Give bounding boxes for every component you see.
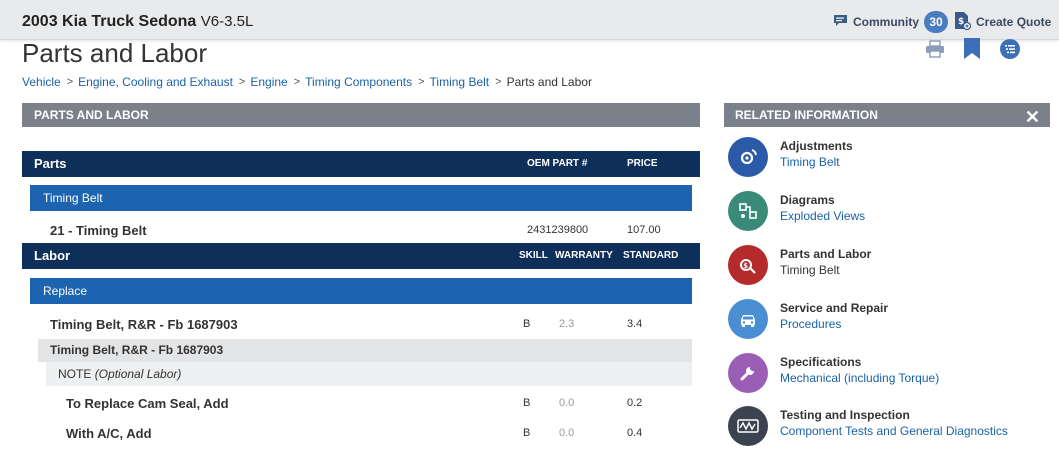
community-count-badge: 30 bbox=[924, 11, 948, 33]
vehicle-name: 2003 Kia Truck Sedona bbox=[22, 13, 197, 30]
note-text: (Optional Labor) bbox=[94, 367, 182, 381]
part-oem-number: 2431239800 bbox=[527, 224, 589, 236]
related-link-mechanical[interactable]: Mechanical (including Torque) bbox=[780, 371, 939, 385]
breadcrumb-current: Parts and Labor bbox=[506, 75, 592, 89]
create-quote-button[interactable]: $ Create Quote bbox=[954, 11, 1051, 33]
part-row[interactable]: 21 - Timing Belt 2431239800 107.00 bbox=[22, 219, 700, 243]
page-tools bbox=[925, 38, 1021, 65]
labor-row[interactable]: Timing Belt, R&R - Fb 1687903 B 2.3 3.4 bbox=[22, 313, 700, 337]
parts-header: Parts OEM PART # PRICE bbox=[22, 151, 700, 177]
related-item-specifications: Specifications Mechanical (including Tor… bbox=[728, 353, 1050, 397]
parts-labor-icon[interactable]: $ bbox=[728, 245, 768, 285]
related-title-testing-inspection: Testing and Inspection bbox=[780, 408, 910, 422]
labor-standard: 0.2 bbox=[627, 397, 643, 409]
labor-header-title: Labor bbox=[34, 248, 71, 263]
related-item-testing-inspection: Testing and Inspection Component Tests a… bbox=[728, 406, 1050, 450]
labor-row[interactable]: To Replace Cam Seal, Add B 0.0 0.2 bbox=[22, 392, 700, 416]
related-item-service-repair: Service and Repair Procedures bbox=[728, 299, 1050, 343]
quote-icon: $ bbox=[954, 11, 972, 33]
related-text-timing-belt: Timing Belt bbox=[780, 263, 840, 277]
print-icon[interactable] bbox=[925, 40, 945, 63]
top-bar: 2003 Kia Truck Sedona V6-3.5L Community … bbox=[0, 0, 1059, 40]
labor-standard: 3.4 bbox=[627, 318, 643, 330]
breadcrumb-engine-cooling-exhaust[interactable]: Engine, Cooling and Exhaust bbox=[78, 75, 233, 89]
related-title-parts-labor: Parts and Labor bbox=[780, 247, 872, 261]
chevron-right-icon: > bbox=[293, 76, 301, 88]
labor-skill: B bbox=[523, 427, 531, 439]
labor-sub-header: Timing Belt, R&R - Fb 1687903 bbox=[38, 339, 692, 362]
part-name: 21 - Timing Belt bbox=[50, 223, 147, 238]
list-menu-icon[interactable] bbox=[999, 38, 1021, 65]
labor-name: Timing Belt, R&R - Fb 1687903 bbox=[50, 317, 238, 332]
adjustments-icon[interactable] bbox=[728, 137, 768, 177]
diagrams-icon[interactable] bbox=[728, 191, 768, 231]
labor-group-replace[interactable]: Replace bbox=[30, 278, 692, 304]
create-quote-label: Create Quote bbox=[976, 15, 1052, 29]
parts-group-timing-belt[interactable]: Timing Belt bbox=[30, 185, 692, 211]
col-skill: SKILL bbox=[519, 250, 548, 261]
bookmark-icon[interactable] bbox=[963, 38, 981, 65]
related-information-header: RELATED INFORMATION ✕ bbox=[724, 103, 1050, 127]
labor-name: To Replace Cam Seal, Add bbox=[66, 396, 229, 411]
col-price: PRICE bbox=[627, 158, 658, 169]
breadcrumb-timing-components[interactable]: Timing Components bbox=[305, 75, 412, 89]
related-item-diagrams: Diagrams Exploded Views bbox=[728, 191, 1050, 235]
col-oem-part: OEM PART # bbox=[527, 158, 588, 169]
labor-warranty: 0.0 bbox=[559, 427, 575, 439]
chevron-right-icon: > bbox=[418, 76, 425, 88]
chevron-right-icon: > bbox=[66, 76, 74, 88]
community-button[interactable]: Community 30 bbox=[833, 11, 948, 33]
chevron-right-icon: > bbox=[238, 76, 246, 88]
breadcrumb-timing-belt[interactable]: Timing Belt bbox=[430, 75, 490, 89]
related-link-exploded-views[interactable]: Exploded Views bbox=[780, 209, 865, 223]
page-title: Parts and Labor bbox=[22, 38, 208, 68]
col-standard: STANDARD bbox=[623, 250, 679, 261]
breadcrumb-engine[interactable]: Engine bbox=[250, 75, 287, 89]
labor-standard: 0.4 bbox=[627, 427, 643, 439]
related-title-specifications: Specifications bbox=[780, 355, 862, 369]
related-information-title: RELATED INFORMATION bbox=[735, 108, 878, 122]
related-title-diagrams: Diagrams bbox=[780, 193, 835, 207]
community-label: Community bbox=[853, 15, 919, 29]
related-title-service-repair: Service and Repair bbox=[780, 301, 889, 315]
related-item-parts-labor: $ Parts and Labor Timing Belt bbox=[728, 245, 1050, 289]
labor-skill: B bbox=[523, 397, 531, 409]
specifications-icon[interactable] bbox=[728, 353, 768, 393]
col-warranty: WARRANTY bbox=[555, 250, 613, 261]
svg-text:$: $ bbox=[743, 262, 748, 270]
testing-icon[interactable] bbox=[728, 406, 768, 446]
note-label: NOTE bbox=[58, 367, 92, 381]
service-repair-icon[interactable] bbox=[728, 299, 768, 339]
related-link-procedures[interactable]: Procedures bbox=[780, 317, 841, 331]
related-link-timing-belt[interactable]: Timing Belt bbox=[780, 155, 840, 169]
labor-skill: B bbox=[523, 318, 531, 330]
optional-labor-note: NOTE (Optional Labor) bbox=[46, 362, 692, 386]
vehicle-title: 2003 Kia Truck Sedona V6-3.5L bbox=[22, 13, 253, 31]
labor-warranty: 2.3 bbox=[559, 318, 575, 330]
related-title-adjustments: Adjustments bbox=[780, 139, 853, 153]
related-item-adjustments: Adjustments Timing Belt bbox=[728, 137, 1050, 181]
labor-row[interactable]: With A/C, Add B 0.0 0.4 bbox=[22, 422, 700, 446]
part-price: 107.00 bbox=[627, 224, 661, 236]
breadcrumb-vehicle[interactable]: Vehicle bbox=[22, 75, 61, 89]
parts-header-title: Parts bbox=[34, 156, 67, 171]
labor-name: With A/C, Add bbox=[66, 426, 152, 441]
breadcrumb: Vehicle > Engine, Cooling and Exhaust > … bbox=[22, 75, 592, 89]
parts-labor-section-header: PARTS AND LABOR bbox=[22, 103, 700, 127]
close-icon[interactable]: ✕ bbox=[1025, 105, 1040, 129]
vehicle-engine: V6-3.5L bbox=[200, 13, 254, 30]
labor-warranty: 0.0 bbox=[559, 397, 575, 409]
labor-header: Labor SKILL WARRANTY STANDARD bbox=[22, 243, 700, 269]
chat-icon bbox=[833, 14, 848, 31]
chevron-right-icon: > bbox=[495, 76, 502, 88]
related-link-component-tests[interactable]: Component Tests and General Diagnostics bbox=[780, 424, 1008, 438]
